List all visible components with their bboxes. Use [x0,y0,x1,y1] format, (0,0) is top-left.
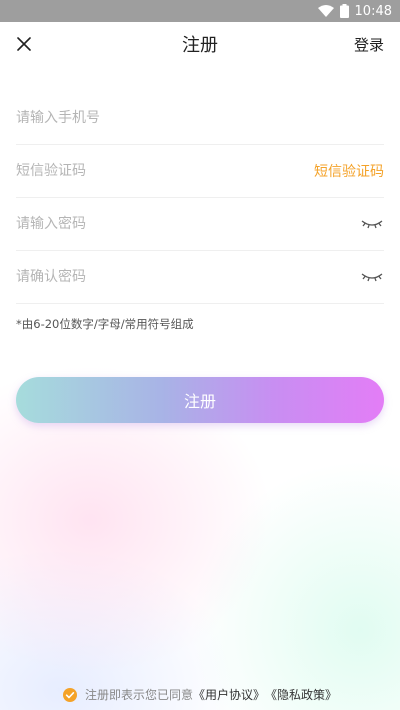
send-sms-code-button[interactable]: 短信验证码 [314,161,384,181]
eye-closed-icon [361,273,383,282]
toggle-password-visibility[interactable] [360,216,384,232]
login-link[interactable]: 登录 [354,34,384,55]
status-time: 10:48 [354,3,392,19]
confirm-password-field-row [16,251,384,304]
password-input[interactable] [16,198,360,250]
user-agreement-link[interactable]: 《用户协议》 [193,686,265,703]
wifi-icon [317,5,334,17]
agreement-checkbox-checked-icon[interactable] [62,687,77,702]
close-button[interactable] [10,30,38,58]
password-field-row [16,198,384,251]
sms-field-row: 短信验证码 [16,145,384,198]
confirm-password-input[interactable] [16,251,360,303]
status-bar: 10:48 [0,0,400,22]
toggle-confirm-visibility[interactable] [360,269,384,285]
register-button[interactable]: 注册 [16,377,384,423]
agreement-prefix: 注册即表示您已同意 [84,688,193,702]
privacy-policy-link[interactable]: 《隐私政策》 [265,686,337,703]
eye-closed-icon [361,220,383,229]
agreement-row: 注册即表示您已同意 《用户协议》 《隐私政策》 [0,686,400,703]
close-icon [17,37,31,51]
header: 注册 登录 [0,22,400,66]
page-title: 注册 [182,35,218,56]
phone-input[interactable] [16,92,384,144]
register-form: 短信验证码 *由6-20位数字/字母/常用符号组成 [16,92,384,332]
phone-field-row [16,92,384,145]
sms-code-input[interactable] [16,145,314,197]
battery-icon [339,4,349,18]
password-hint: *由6-20位数字/字母/常用符号组成 [16,317,194,331]
